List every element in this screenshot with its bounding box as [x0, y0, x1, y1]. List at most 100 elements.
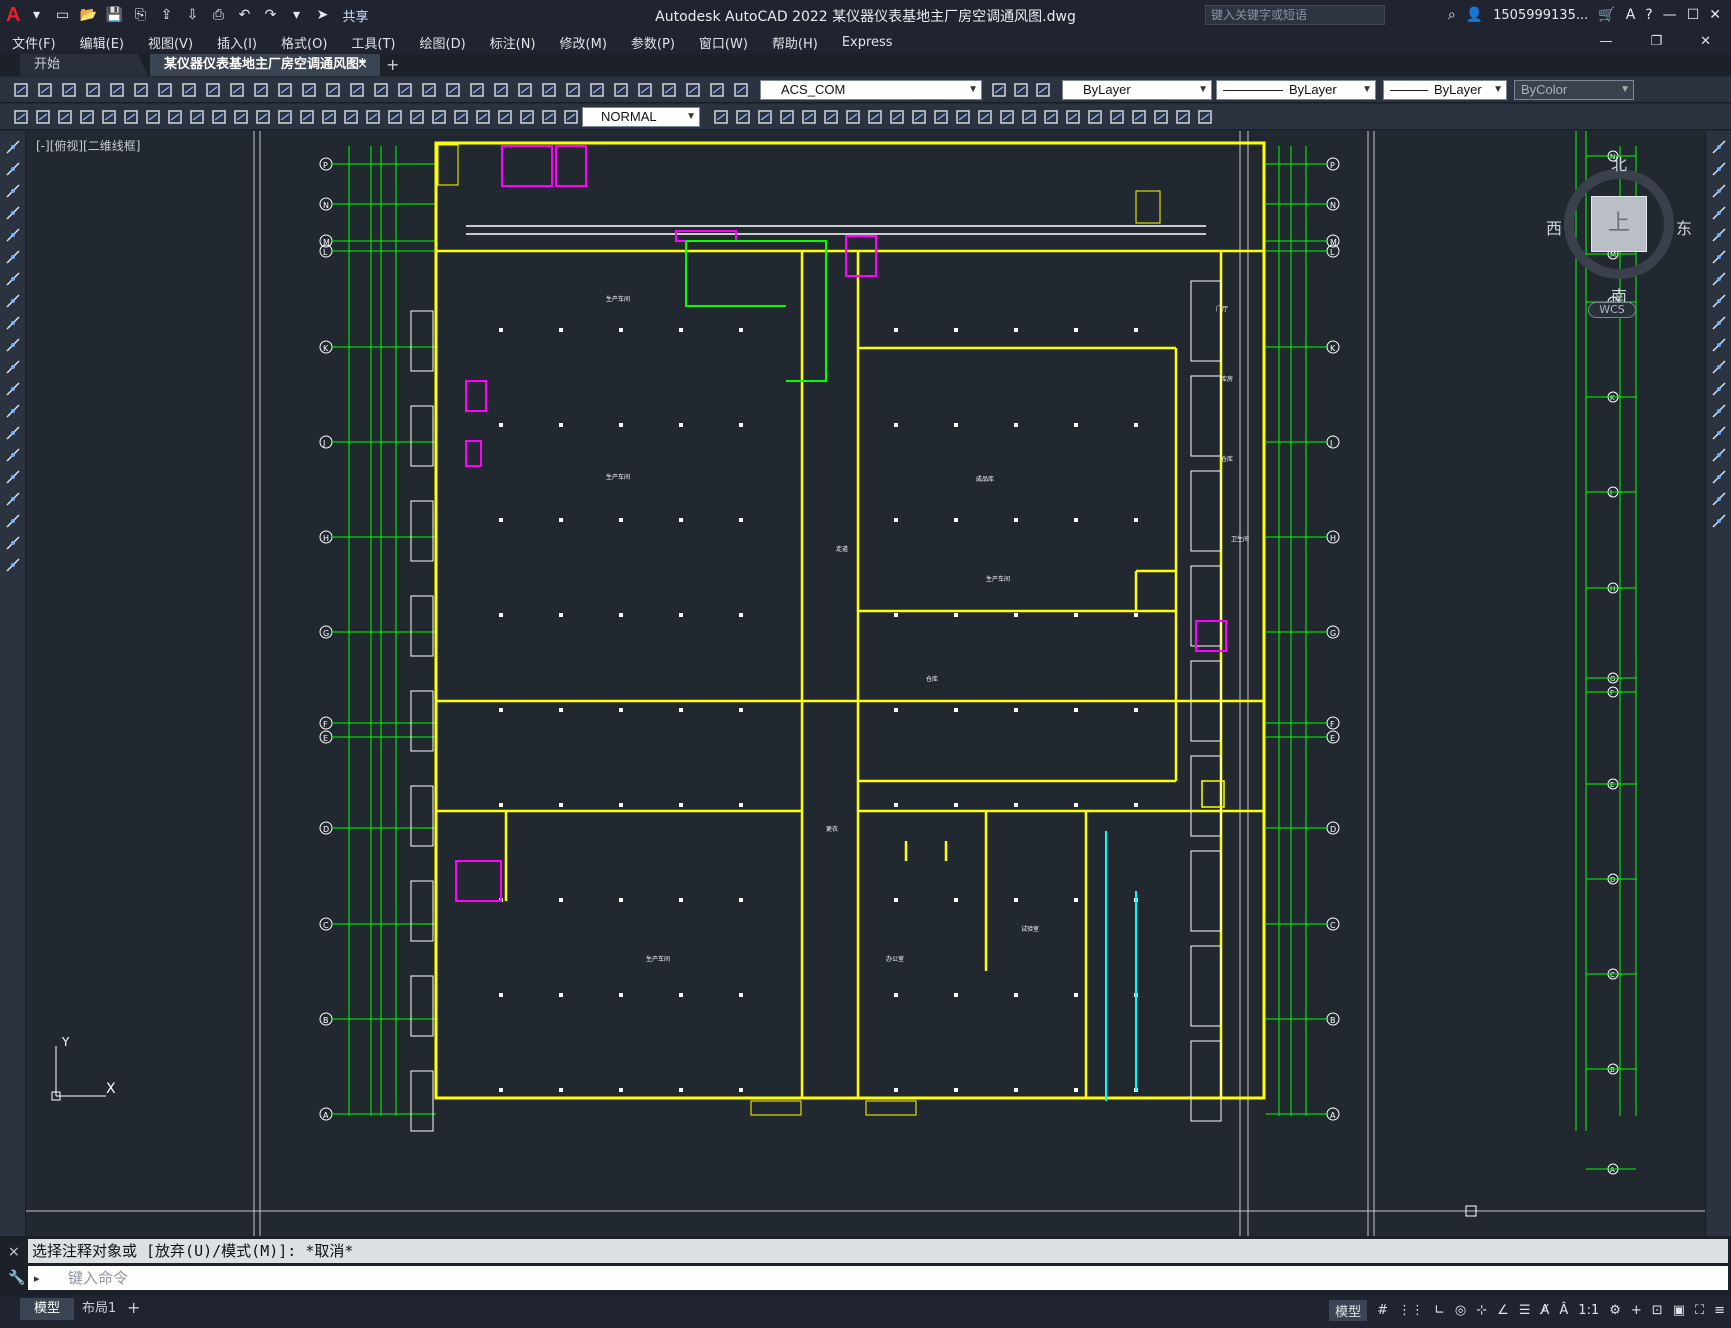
standard-tool-29-icon[interactable]	[684, 81, 702, 99]
menu-help[interactable]: 帮助(H)	[760, 33, 830, 52]
standard-tool-31-icon[interactable]	[732, 81, 750, 99]
draw-tool-11-icon[interactable]	[232, 108, 250, 126]
draw-tool-40-icon[interactable]	[998, 108, 1016, 126]
draw-tool-44-icon[interactable]	[1086, 108, 1104, 126]
draw-tool-39-icon[interactable]	[976, 108, 994, 126]
left-tool-20-icon[interactable]	[5, 557, 21, 573]
draw-tool-23-icon[interactable]	[496, 108, 514, 126]
right-tool-5-icon[interactable]	[1711, 227, 1727, 243]
add-icon[interactable]: +	[1631, 1303, 1642, 1318]
open-file-icon[interactable]: 📂	[78, 6, 98, 24]
right-tool-3-icon[interactable]	[1711, 183, 1727, 199]
draw-tool-22-icon[interactable]	[474, 108, 492, 126]
draw-tool-42-icon[interactable]	[1042, 108, 1060, 126]
new-tab-button[interactable]: +	[386, 54, 399, 76]
draw-tool-30-icon[interactable]	[778, 108, 796, 126]
customize-arrow-icon[interactable]: ▾	[286, 6, 306, 24]
draw-tool-21-icon[interactable]	[452, 108, 470, 126]
plotstyle-dropdown[interactable]: ByColor ▼	[1514, 80, 1634, 100]
standard-tool-19-icon[interactable]	[444, 81, 462, 99]
search-icon[interactable]: ⌕	[1448, 7, 1456, 23]
draw-tool-9-icon[interactable]	[188, 108, 206, 126]
viewcube-east[interactable]: 东	[1676, 215, 1692, 239]
right-tool-12-icon[interactable]	[1711, 381, 1727, 397]
left-tool-3-icon[interactable]	[5, 183, 21, 199]
draw-tool-10-icon[interactable]	[210, 108, 228, 126]
left-tool-18-icon[interactable]	[5, 513, 21, 529]
draw-tool-31-icon[interactable]	[800, 108, 818, 126]
standard-tool-14-icon[interactable]	[324, 81, 342, 99]
standard-tool-26-icon[interactable]	[612, 81, 630, 99]
fullscreen-icon[interactable]: ⛶	[1695, 1303, 1704, 1318]
standard-tool-4-icon[interactable]	[84, 81, 102, 99]
right-tool-8-icon[interactable]	[1711, 293, 1727, 309]
standard-tool-16-icon[interactable]	[372, 81, 390, 99]
draw-tool-7-icon[interactable]	[144, 108, 162, 126]
draw-tool-1-icon[interactable]	[12, 108, 30, 126]
tab-model[interactable]: 模型	[20, 1298, 75, 1320]
draw-tool-4-icon[interactable]	[78, 108, 96, 126]
save-as-icon[interactable]: ⎘	[130, 6, 150, 24]
draw-tool-46-icon[interactable]	[1130, 108, 1148, 126]
menu-view[interactable]: 视图(V)	[136, 33, 205, 52]
draw-tool-25-icon[interactable]	[540, 108, 558, 126]
standard-tool-25-icon[interactable]	[588, 81, 606, 99]
left-tool-10-icon[interactable]	[5, 337, 21, 353]
open-web-icon[interactable]: ⇪	[156, 6, 176, 24]
share-button[interactable]: 共享	[342, 6, 368, 25]
draw-tool-45-icon[interactable]	[1108, 108, 1126, 126]
draw-tool-5-icon[interactable]	[100, 108, 118, 126]
draw-tool-14-icon[interactable]	[298, 108, 316, 126]
draw-tool-8-icon[interactable]	[166, 108, 184, 126]
left-tool-1-icon[interactable]	[5, 139, 21, 155]
standard-tool-15-icon[interactable]	[348, 81, 366, 99]
draw-tool-6-icon[interactable]	[122, 108, 140, 126]
left-tool-14-icon[interactable]	[5, 425, 21, 441]
draw-tool-15-icon[interactable]	[320, 108, 338, 126]
drawing-canvas[interactable]: [-][俯视][二维线框] PPNNMMLLKKJJHHGGFFEEDDCCBB…	[26, 131, 1705, 1236]
osnap-icon[interactable]: ⊹	[1476, 1303, 1487, 1318]
left-tool-16-icon[interactable]	[5, 469, 21, 485]
user-name[interactable]: 1505999135...	[1493, 8, 1588, 23]
doc-restore-icon[interactable]: ❐	[1638, 34, 1674, 49]
autocad-logo[interactable]: A	[6, 4, 20, 27]
plot-icon[interactable]: ⎙	[208, 6, 228, 24]
draw-tool-32-icon[interactable]	[822, 108, 840, 126]
draw-tool-37-icon[interactable]	[932, 108, 950, 126]
viewcube-north[interactable]: 北	[1611, 151, 1627, 175]
layer-dropdown[interactable]: ACS_COM ▼	[760, 80, 982, 100]
right-tool-18-icon[interactable]	[1711, 513, 1727, 529]
right-tool-15-icon[interactable]	[1711, 447, 1727, 463]
share-icon[interactable]: ➤	[312, 6, 332, 24]
standard-tool-24-icon[interactable]	[564, 81, 582, 99]
help-button[interactable]: ?	[1645, 7, 1652, 23]
linetype-dropdown[interactable]: ByLayer ▼	[1216, 80, 1376, 100]
right-tool-11-icon[interactable]	[1711, 359, 1727, 375]
draw-tool-19-icon[interactable]	[408, 108, 426, 126]
standard-tool-6-icon[interactable]	[132, 81, 150, 99]
draw-tool-26-icon[interactable]	[562, 108, 580, 126]
standard-tool-32-icon[interactable]	[990, 81, 1008, 99]
polar-icon[interactable]: ◎	[1455, 1303, 1466, 1318]
lineweight-dropdown[interactable]: ByLayer ▼	[1383, 80, 1507, 100]
tab-close-icon[interactable]: ×	[357, 54, 368, 76]
user-icon[interactable]: 👤	[1466, 7, 1483, 23]
draw-tool-47-icon[interactable]	[1152, 108, 1170, 126]
menu-file[interactable]: 文件(F)	[0, 33, 68, 52]
menu-modify[interactable]: 修改(M)	[548, 33, 619, 52]
autodesk-app-icon[interactable]: A	[1626, 7, 1636, 23]
standard-tool-21-icon[interactable]	[492, 81, 510, 99]
command-close-icon[interactable]: ×	[8, 1244, 20, 1260]
save-icon[interactable]: 💾	[104, 6, 124, 24]
draw-tool-35-icon[interactable]	[888, 108, 906, 126]
draw-tool-49-icon[interactable]	[1196, 108, 1214, 126]
right-tool-6-icon[interactable]	[1711, 249, 1727, 265]
right-tool-13-icon[interactable]	[1711, 403, 1727, 419]
right-tool-2-icon[interactable]	[1711, 161, 1727, 177]
text-style-dropdown[interactable]: NORMAL ▼	[582, 107, 700, 127]
standard-tool-2-icon[interactable]	[36, 81, 54, 99]
left-tool-12-icon[interactable]	[5, 381, 21, 397]
standard-tool-34-icon[interactable]	[1034, 81, 1052, 99]
right-tool-10-icon[interactable]	[1711, 337, 1727, 353]
color-dropdown[interactable]: ByLayer ▼	[1062, 80, 1212, 100]
